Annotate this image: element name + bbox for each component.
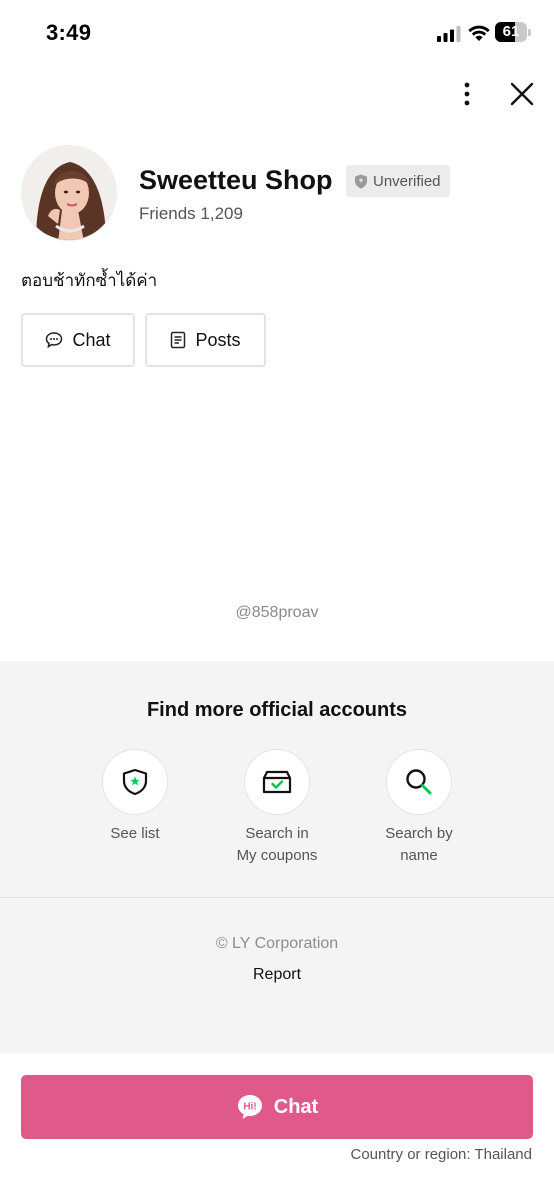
account-handle: @858proav [235,604,319,621]
search-coupons-circle [244,749,310,815]
avatar[interactable] [21,145,117,241]
battery-indicator: 61 [495,22,531,42]
shield-star-icon [122,768,148,796]
search-coupons-label: Search in My coupons [236,825,318,864]
badge-label: Unverified [373,172,441,190]
wifi-icon [468,25,490,41]
cellular-signal-icon [437,26,461,42]
hi-chat-bubble-icon: Hi! [237,1095,262,1119]
start-chat-button[interactable]: Hi! Chat [21,1075,533,1139]
avatar-photo [22,146,116,240]
find-more-title: Find more official accounts [146,699,408,721]
start-chat-label: Chat [273,1095,319,1118]
find-more-section: Find more official accounts See list Sea… [0,661,554,1053]
account-name: Sweetteu Shop [139,165,333,195]
friends-count: Friends 1,209 [139,204,243,223]
hi-icon-text: Hi! [243,1102,256,1113]
battery-body: 61 [495,22,527,42]
chat-button-label: Chat [72,329,111,350]
posts-button-label: Posts [195,329,241,350]
more-options-icon[interactable] [452,78,482,110]
see-list-label: See list [110,825,160,842]
see-list-circle [102,749,168,815]
status-bar: 3:49 61 [0,0,554,66]
search-by-name-option[interactable]: Search by name [349,749,489,867]
unverified-badge[interactable]: Unverified [346,165,450,197]
close-icon[interactable] [506,78,538,110]
search-coupons-option[interactable]: Search in My coupons [207,749,347,867]
status-time: 3:49 [46,20,92,45]
search-icon [406,769,432,795]
search-by-name-label: Search by name [385,825,453,864]
see-list-option[interactable]: See list [65,749,205,845]
report-link[interactable]: Report [0,966,554,984]
chat-bubble-icon [46,332,63,349]
section-divider [0,897,554,898]
chat-button[interactable]: Chat [21,313,135,367]
battery-level-text: 61 [502,23,520,40]
posts-button[interactable]: Posts [145,313,266,367]
copyright-text: © LY Corporation [215,935,339,952]
status-message: ตอบช้าทักซ้ำได้ค่า [21,271,158,290]
shield-icon [355,174,367,188]
document-icon [171,331,186,349]
battery-tip [528,29,531,36]
country-region-text: Country or region: Thailand [350,1146,533,1163]
coupon-box-icon [262,770,292,794]
search-by-name-circle [386,749,452,815]
